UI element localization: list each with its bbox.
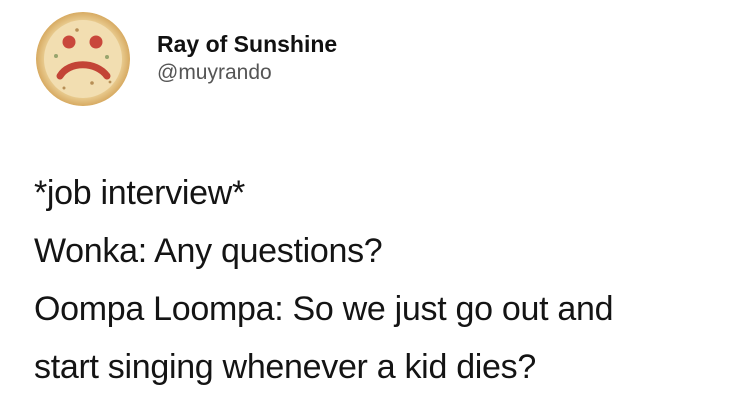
frowning-pizza-avatar-icon (36, 12, 130, 106)
tweet-line-wonka: Wonka: Any questions? (34, 232, 383, 270)
display-name[interactable]: Ray of Sunshine (157, 32, 337, 56)
tweet-card: Ray of Sunshine @muyrando *job interview… (0, 0, 743, 409)
tweet-author: Ray of Sunshine @muyrando (157, 32, 337, 85)
tweet-text: *job interview* Wonka: Any questions? Oo… (34, 164, 614, 396)
tweet-line-punchline: start singing whenever a kid dies? (34, 348, 536, 386)
tweet-line-job-interview: *job interview* (34, 174, 245, 212)
avatar[interactable] (36, 12, 130, 106)
tweet-line-oompa-loompa: Oompa Loompa: So we just go out and (34, 290, 614, 328)
user-handle[interactable]: @muyrando (157, 61, 337, 85)
